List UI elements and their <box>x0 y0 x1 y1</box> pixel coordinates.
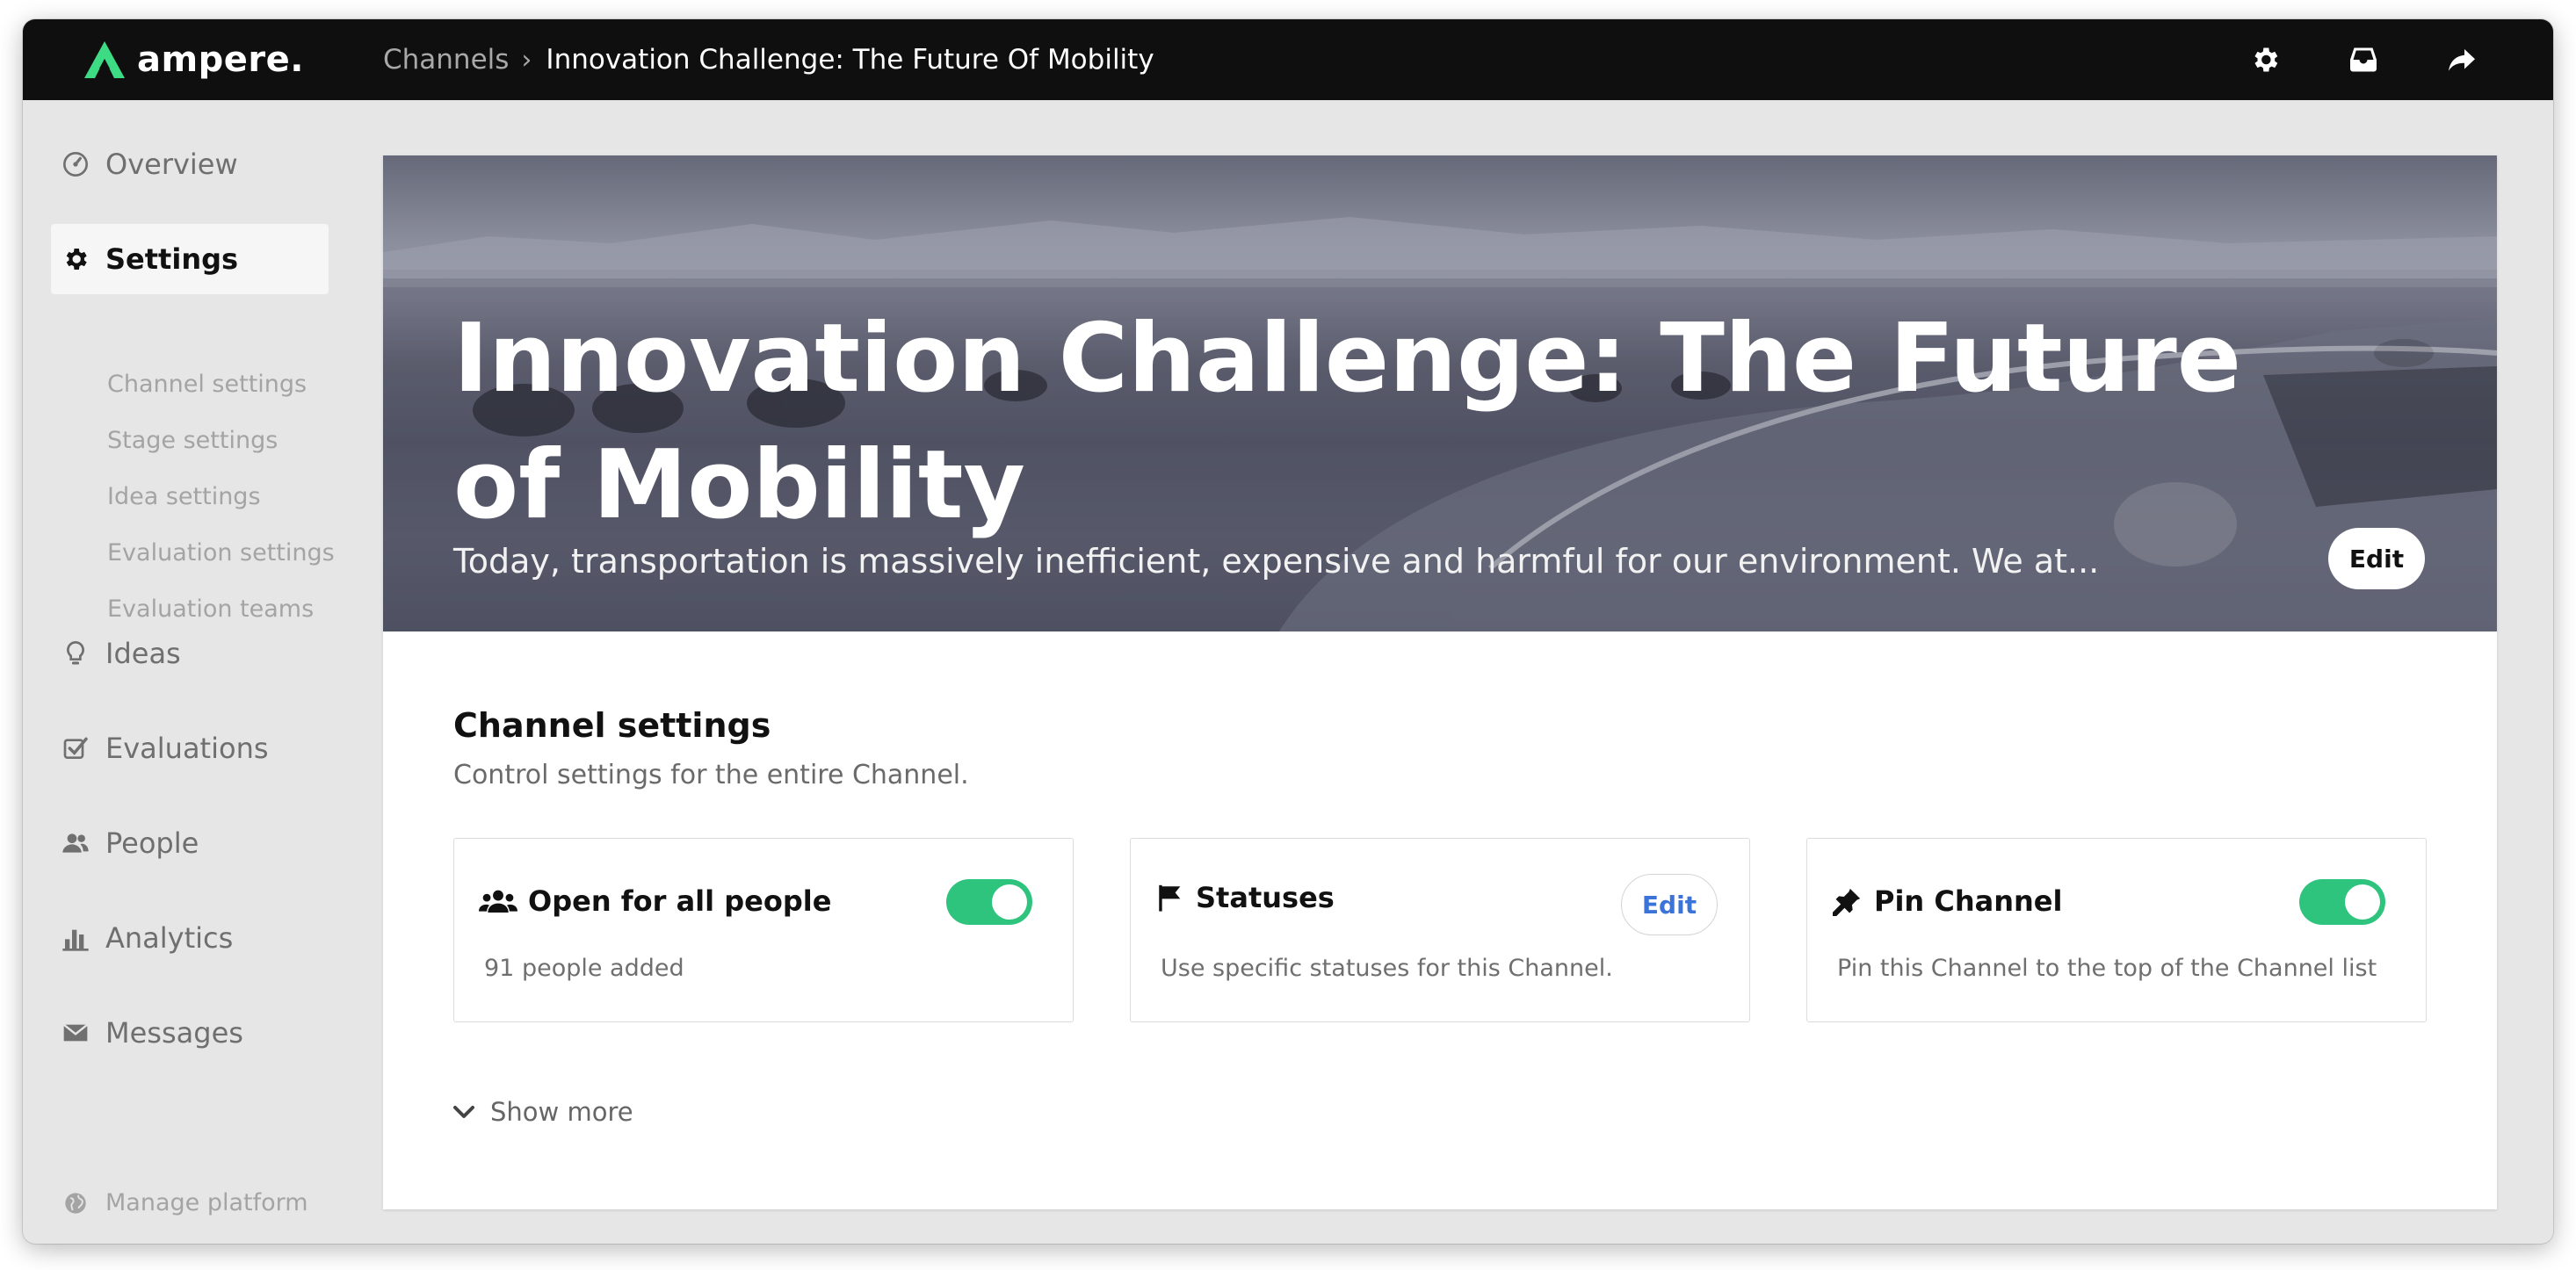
group-icon <box>479 890 517 913</box>
card-description: Use specific statuses for this Channel. <box>1161 955 1613 982</box>
sidebar-item-label: Settings <box>105 242 239 276</box>
sidebar-item-evaluations[interactable]: Evaluations <box>51 713 329 783</box>
bar-chart-icon <box>62 929 89 951</box>
show-more-button[interactable]: Show more <box>453 1097 633 1127</box>
checkbox-icon <box>63 737 88 759</box>
gear-icon <box>2254 47 2278 72</box>
sidebar-item-label: Evaluations <box>105 732 269 765</box>
sidebar-item-analytics[interactable]: Analytics <box>51 903 329 973</box>
channel-description: Today, transportation is massively ineff… <box>453 542 2100 581</box>
edit-statuses-button[interactable]: Edit <box>1621 874 1718 935</box>
lightbulb-icon <box>67 640 84 665</box>
pin-icon <box>1833 888 1861 916</box>
envelope-icon <box>62 1023 89 1042</box>
ampere-logo-icon <box>84 41 125 78</box>
edit-channel-button[interactable]: Edit <box>2328 528 2425 589</box>
top-bar: ampere. Channels › Innovation Challenge:… <box>23 19 2553 100</box>
sidebar-item-label: Messages <box>105 1016 243 1050</box>
sidebar-item-settings[interactable]: Settings <box>51 224 329 294</box>
sidebar-item-label: Analytics <box>105 921 234 955</box>
breadcrumb-current: Innovation Challenge: The Future Of Mobi… <box>546 44 1154 76</box>
card-title: Open for all people <box>528 884 832 918</box>
section-subtitle: Control settings for the entire Channel. <box>453 760 969 790</box>
card-description: Pin this Channel to the top of the Chann… <box>1837 955 2377 982</box>
people-icon <box>62 833 89 853</box>
manage-platform-label: Manage platform <box>105 1189 308 1216</box>
logo[interactable]: ampere. <box>83 32 304 88</box>
sidebar-item-ideas[interactable]: Ideas <box>51 618 329 689</box>
setting-card-statuses: Statuses Edit Use specific statuses for … <box>1130 838 1750 1022</box>
pin-channel-toggle[interactable] <box>2299 879 2385 925</box>
sidebar-item-label: Overview <box>105 148 238 181</box>
open-for-all-toggle[interactable] <box>946 879 1032 925</box>
card-title: Pin Channel <box>1874 884 2063 918</box>
sidebar-subitem-channel-settings[interactable]: Channel settings <box>107 371 307 398</box>
sidebar: Overview Settings Channel settings Stage… <box>23 100 360 1244</box>
dashboard-icon <box>63 152 88 177</box>
sidebar-item-messages[interactable]: Messages <box>51 998 329 1068</box>
breadcrumb: Channels › Innovation Challenge: The Fut… <box>383 19 1154 100</box>
show-more-label: Show more <box>490 1097 633 1127</box>
manage-platform-link[interactable]: Manage platform <box>51 1189 308 1216</box>
toggle-knob <box>2345 884 2380 920</box>
gear-icon <box>66 249 87 270</box>
main-panel: Innovation Challenge: The Future of Mobi… <box>383 155 2497 1209</box>
share-button[interactable] <box>2446 44 2478 76</box>
inbox-button[interactable] <box>2348 44 2379 76</box>
app-window: ampere. Channels › Innovation Challenge:… <box>23 19 2553 1244</box>
settings-button[interactable] <box>2249 44 2281 76</box>
sidebar-item-overview[interactable]: Overview <box>51 129 329 199</box>
channel-title: Innovation Challenge: The Future of Mobi… <box>453 304 2242 540</box>
sidebar-item-label: People <box>105 826 199 860</box>
setting-card-pin-channel: Pin Channel Pin this Channel to the top … <box>1806 838 2427 1022</box>
top-actions <box>2249 19 2478 100</box>
breadcrumb-channels-link[interactable]: Channels <box>383 44 509 76</box>
globe-icon <box>65 1192 86 1214</box>
setting-card-open-for-all: Open for all people 91 people added <box>453 838 1074 1022</box>
card-header: Pin Channel <box>1832 884 2062 918</box>
sidebar-subitem-evaluation-settings[interactable]: Evaluation settings <box>107 539 335 566</box>
breadcrumb-separator: › <box>521 44 532 76</box>
sidebar-item-label: Ideas <box>105 637 181 670</box>
sidebar-subitem-stage-settings[interactable]: Stage settings <box>107 427 278 454</box>
card-header: Open for all people <box>479 884 831 918</box>
chevron-down-icon <box>453 1106 474 1118</box>
toggle-knob <box>992 884 1027 920</box>
card-title: Statuses <box>1196 881 1335 914</box>
card-description: 91 people added <box>484 955 684 982</box>
logo-text: ampere. <box>137 40 304 80</box>
inbox-icon <box>2350 47 2377 72</box>
share-icon <box>2449 49 2475 71</box>
sidebar-item-people[interactable]: People <box>51 808 329 878</box>
section-title: Channel settings <box>453 706 771 745</box>
channel-hero-banner: Innovation Challenge: The Future of Mobi… <box>383 155 2497 631</box>
flag-icon <box>1159 884 1181 912</box>
card-header: Statuses <box>1155 881 1335 914</box>
sidebar-subitem-idea-settings[interactable]: Idea settings <box>107 483 261 510</box>
